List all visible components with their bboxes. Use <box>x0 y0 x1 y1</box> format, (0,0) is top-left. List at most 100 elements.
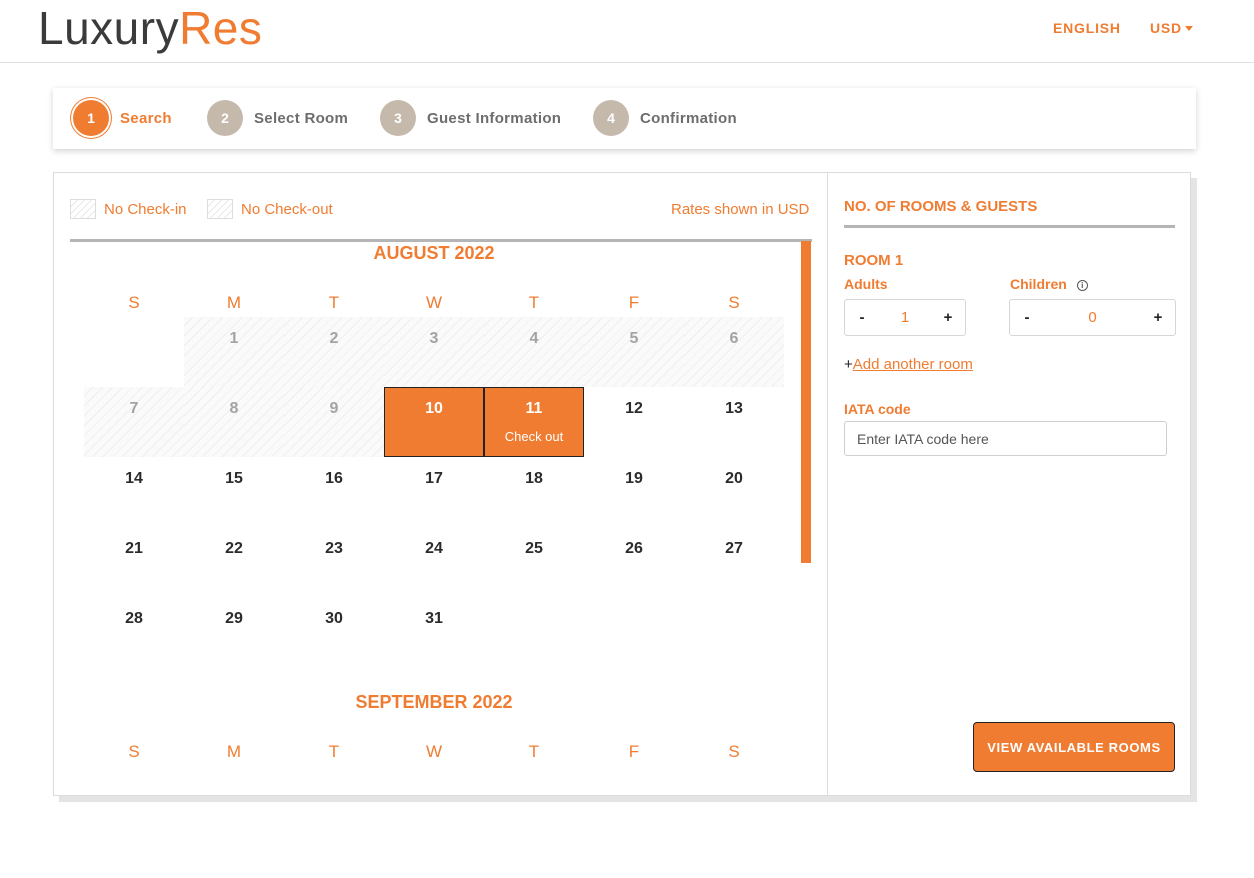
weekday-label: S <box>728 742 740 761</box>
calendar-day[interactable]: 20 <box>684 457 784 527</box>
day-number: 4 <box>529 330 539 347</box>
day-number: 2 <box>329 330 339 347</box>
day-number: 16 <box>325 470 343 487</box>
calendar-pane[interactable]: No Check-in No Check-out Rates shown in … <box>54 173 828 795</box>
calendar-day[interactable]: 14 <box>84 457 184 527</box>
top-header: LuxuryRes ENGLISH USD <box>0 0 1254 63</box>
day-number: 19 <box>625 470 643 487</box>
legend-label: No Check-out <box>241 200 333 218</box>
weekday-label: S <box>128 742 140 761</box>
calendar-day[interactable]: 19 <box>584 457 684 527</box>
month-title-august: AUGUST 2022 <box>373 243 495 263</box>
calendar-day[interactable]: 17 <box>384 457 484 527</box>
calendar-day[interactable]: 22 <box>184 527 284 597</box>
calendar-day[interactable]: 10 <box>384 387 484 457</box>
calendar-day[interactable]: 23 <box>284 527 384 597</box>
children-decrement-button[interactable]: - <box>1020 309 1034 326</box>
step-number: 4 <box>593 100 629 136</box>
iata-code-input[interactable] <box>844 421 1167 456</box>
day-number: 17 <box>425 470 443 487</box>
weekday-label: F <box>628 742 640 761</box>
step-number: 1 <box>73 100 109 136</box>
rooms-guests-pane: NO. OF ROOMS & GUESTS ROOM 1 Adults Chil… <box>844 173 1176 795</box>
children-stepper: - 0 + <box>1009 299 1176 336</box>
view-available-rooms-button[interactable]: VIEW AVAILABLE ROOMS <box>973 722 1175 772</box>
calendar-day: 9 <box>284 387 384 457</box>
weekday-label: S <box>128 293 140 312</box>
day-number: 14 <box>125 470 143 487</box>
info-icon[interactable]: i <box>1076 280 1088 291</box>
step-number: 3 <box>380 100 416 136</box>
calendar-day[interactable]: 16 <box>284 457 384 527</box>
day-number: 30 <box>325 610 343 627</box>
day-number: 22 <box>225 540 243 557</box>
day-number: 11 <box>525 400 543 417</box>
calendar-scrollbar[interactable] <box>801 241 811 563</box>
weekday-label: T <box>328 742 340 761</box>
day-number: 29 <box>225 610 243 627</box>
adults-increment-button[interactable]: + <box>941 309 955 326</box>
adults-decrement-button[interactable]: - <box>855 309 869 326</box>
calendar-day[interactable]: 11 Check out <box>484 387 584 457</box>
step-search[interactable]: 1 Search <box>73 100 172 136</box>
adults-label: Adults <box>844 276 888 292</box>
calendar-day[interactable]: 21 <box>84 527 184 597</box>
language-selector[interactable]: ENGLISH <box>1053 20 1121 36</box>
calendar-day[interactable]: 31 <box>384 597 484 667</box>
calendar-day: 2 <box>284 317 384 387</box>
step-label: Select Room <box>254 109 349 127</box>
currency-selector[interactable]: USD <box>1150 20 1193 36</box>
calendar-day[interactable]: 13 <box>684 387 784 457</box>
month-title-september: SEPTEMBER 2022 <box>355 692 513 712</box>
day-number: 13 <box>725 400 743 417</box>
logo-text-luxury: Luxury <box>38 2 180 54</box>
day-number: 1 <box>229 330 239 347</box>
day-number: 28 <box>125 610 143 627</box>
calendar-day: 3 <box>384 317 484 387</box>
add-room-row: +Add another room <box>844 356 973 373</box>
weekday-label: T <box>528 293 540 312</box>
calendar-day: 6 <box>684 317 784 387</box>
step-guest-information[interactable]: 3 Guest Information <box>380 100 561 136</box>
room-title: ROOM 1 <box>844 252 904 269</box>
add-another-room-link[interactable]: Add another room <box>853 356 973 373</box>
day-number: 26 <box>625 540 643 557</box>
day-number: 20 <box>725 470 743 487</box>
calendar-day[interactable]: 18 <box>484 457 584 527</box>
legend-no-checkin: No Check-in <box>70 199 187 219</box>
day-number: 21 <box>125 540 143 557</box>
weekday-header-september: S M T W T F S <box>84 742 784 762</box>
calendar-day[interactable]: 30 <box>284 597 384 667</box>
section-title: NO. OF ROOMS & GUESTS <box>844 198 1038 215</box>
rates-note: Rates shown in USD <box>671 201 810 218</box>
step-select-room[interactable]: 2 Select Room <box>207 100 348 136</box>
day-number: 8 <box>229 400 239 417</box>
weekday-label: W <box>425 742 443 761</box>
step-confirmation[interactable]: 4 Confirmation <box>593 100 737 136</box>
step-label: Search <box>120 109 172 127</box>
calendar-day[interactable]: 24 <box>384 527 484 597</box>
luxuryres-logo[interactable]: LuxuryRes <box>38 2 262 54</box>
weekday-label: M <box>226 742 242 761</box>
weekday-header-august: S M T W T F S <box>84 293 784 313</box>
day-number: 15 <box>225 470 243 487</box>
day-number: 31 <box>425 610 443 627</box>
day-number: 10 <box>425 400 443 417</box>
day-number: 23 <box>325 540 343 557</box>
calendar-day[interactable]: 27 <box>684 527 784 597</box>
calendar-day: 7 <box>84 387 184 457</box>
calendar-day[interactable]: 25 <box>484 527 584 597</box>
day-number: 27 <box>725 540 743 557</box>
calendar-day[interactable]: 28 <box>84 597 184 667</box>
children-label-wrap: Children i <box>1010 276 1088 292</box>
calendar-day[interactable]: 12 <box>584 387 684 457</box>
calendar-day: 5 <box>584 317 684 387</box>
search-panel: No Check-in No Check-out Rates shown in … <box>53 172 1191 796</box>
calendar-day[interactable]: 15 <box>184 457 284 527</box>
calendar-day[interactable]: 29 <box>184 597 284 667</box>
children-value: 0 <box>1088 309 1097 326</box>
children-increment-button[interactable]: + <box>1151 309 1165 326</box>
iata-label: IATA code <box>844 401 911 417</box>
step-label: Confirmation <box>640 109 737 127</box>
calendar-day[interactable]: 26 <box>584 527 684 597</box>
